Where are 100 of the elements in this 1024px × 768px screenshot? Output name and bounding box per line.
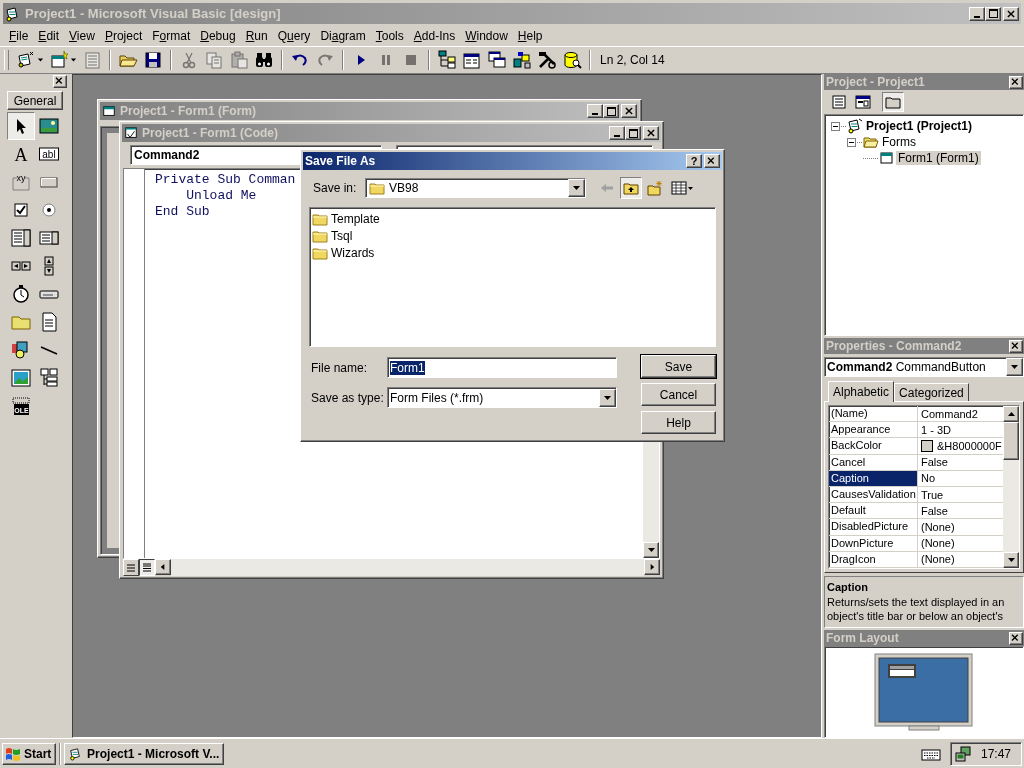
toolbox-tab[interactable]: General xyxy=(7,91,63,110)
scroll-down-button[interactable] xyxy=(1003,552,1019,568)
up-arrow-icon xyxy=(1006,410,1016,418)
tree-item[interactable]: Form1 (Form1) xyxy=(896,151,981,165)
dropdown-button[interactable] xyxy=(599,388,616,407)
property-value[interactable]: &H8000000F xyxy=(937,440,1002,452)
tab[interactable]: Alphabetic xyxy=(828,381,895,402)
folder-item[interactable]: Wizards xyxy=(330,245,376,260)
module-view-button[interactable] xyxy=(139,559,155,576)
property-value[interactable]: (None) xyxy=(921,537,955,550)
close-icon xyxy=(625,107,633,115)
maximize-button[interactable] xyxy=(603,104,619,118)
save-in-dropdown[interactable]: VB98 xyxy=(365,178,586,198)
up-folder-button[interactable] xyxy=(620,177,642,199)
property-value[interactable]: False xyxy=(921,504,948,517)
close-button[interactable] xyxy=(643,126,659,140)
code-line: Private Sub Comman xyxy=(155,172,296,188)
horizontal-scrollbar[interactable] xyxy=(155,559,660,576)
shapes-icon xyxy=(11,340,31,360)
procedure-view-button[interactable] xyxy=(123,559,139,576)
vertical-scrollbar[interactable] xyxy=(1003,406,1019,568)
code-window-icon xyxy=(124,126,138,140)
expand-toggle[interactable] xyxy=(831,121,840,131)
folder-item[interactable]: Tsql xyxy=(330,228,354,243)
property-value[interactable]: (None) xyxy=(921,521,955,533)
checkbox-icon xyxy=(11,200,31,220)
property-value[interactable]: False xyxy=(921,456,948,469)
scroll-thumb[interactable] xyxy=(1003,422,1019,460)
dropdown-button[interactable] xyxy=(1006,358,1023,376)
property-name[interactable]: DisabledPicture xyxy=(829,519,918,535)
panel-title: Properties - Command2 xyxy=(826,339,963,353)
scroll-left-button[interactable] xyxy=(155,559,171,575)
property-name[interactable]: Default xyxy=(829,503,918,519)
property-value[interactable]: (None) xyxy=(921,553,955,566)
property-name[interactable]: Appearance xyxy=(829,422,918,438)
dialog-button[interactable]: Help xyxy=(641,411,716,434)
property-name[interactable]: DragIcon xyxy=(829,551,918,568)
left-arrow-icon xyxy=(159,563,167,571)
image-icon xyxy=(11,368,31,388)
dialog-button[interactable]: Save xyxy=(641,355,716,378)
window-title: Project1 - Form1 (Form) xyxy=(120,104,257,118)
property-value[interactable]: 1 - 3D xyxy=(921,423,951,436)
maximize-button[interactable] xyxy=(625,126,641,140)
minimize-icon xyxy=(974,15,980,18)
network-icon[interactable] xyxy=(954,745,971,762)
form-icon xyxy=(102,104,116,118)
property-name[interactable]: CausesValidation xyxy=(829,487,918,503)
toolbar-button[interactable] xyxy=(435,49,459,71)
property-name[interactable]: Cancel xyxy=(829,454,918,470)
toolbox-tool[interactable] xyxy=(7,112,35,140)
taskbar-button[interactable]: Project1 - Microsoft V... xyxy=(64,742,225,765)
window-title: Project1 - Microsoft Visual Basic [design] xyxy=(25,6,282,21)
minimize-button[interactable] xyxy=(969,6,985,21)
scroll-right-button[interactable] xyxy=(644,559,660,575)
file-name-label: File name: xyxy=(310,360,369,375)
close-button[interactable] xyxy=(621,104,637,118)
toolbar-button[interactable] xyxy=(485,49,509,71)
minimize-button[interactable] xyxy=(587,104,603,118)
open-folder-icon xyxy=(863,134,879,150)
file-name-field[interactable]: Form1 xyxy=(387,357,617,378)
form-icon xyxy=(879,150,895,166)
property-name[interactable]: DownPicture xyxy=(829,535,918,551)
folder-item[interactable]: Template xyxy=(330,211,381,226)
property-name[interactable]: BackColor xyxy=(829,438,918,454)
tab[interactable]: Categorized xyxy=(894,383,969,401)
tree-item[interactable]: Forms xyxy=(880,135,918,149)
down-arrow-icon xyxy=(1006,556,1016,564)
property-value[interactable]: True xyxy=(921,488,944,501)
maximize-icon xyxy=(628,128,638,138)
start-button[interactable]: Start xyxy=(2,742,57,765)
close-button[interactable] xyxy=(1009,631,1023,645)
toolbar-grip[interactable] xyxy=(4,50,9,70)
close-button[interactable] xyxy=(704,154,720,168)
save-in-label: Save in: xyxy=(312,181,358,195)
property-name[interactable]: (Name) xyxy=(829,406,918,422)
tree-item[interactable]: Project1 (Project1) xyxy=(864,119,975,133)
file-type-dropdown[interactable]: Form Files (*.frm) xyxy=(387,387,617,408)
scroll-up-button[interactable] xyxy=(1003,406,1019,422)
property-value[interactable]: No xyxy=(921,472,936,485)
close-button[interactable] xyxy=(53,75,67,88)
right-arrow-icon xyxy=(648,563,656,571)
object-dropdown[interactable]: Command2 CommandButton xyxy=(824,357,1024,377)
close-button[interactable] xyxy=(1009,75,1023,89)
minimize-button[interactable] xyxy=(609,126,625,140)
up-folder-icon xyxy=(623,180,639,196)
app-icon xyxy=(5,5,21,22)
maximize-button[interactable] xyxy=(985,6,1001,21)
panel-tool-button[interactable] xyxy=(852,92,874,112)
close-button[interactable] xyxy=(1003,6,1019,21)
scroll-down-button[interactable] xyxy=(643,542,659,558)
property-value[interactable]: Command2 xyxy=(921,407,978,420)
close-button[interactable] xyxy=(1009,339,1023,353)
expand-toggle[interactable] xyxy=(847,137,856,147)
keyboard-icon[interactable] xyxy=(920,746,941,761)
down-arrow-icon xyxy=(646,546,656,554)
help-button[interactable]: ? xyxy=(686,154,702,168)
dialog-button[interactable]: Cancel xyxy=(641,383,716,406)
lines-icon xyxy=(141,561,153,574)
minimize-icon xyxy=(614,135,620,137)
dropdown-button[interactable] xyxy=(568,179,585,197)
